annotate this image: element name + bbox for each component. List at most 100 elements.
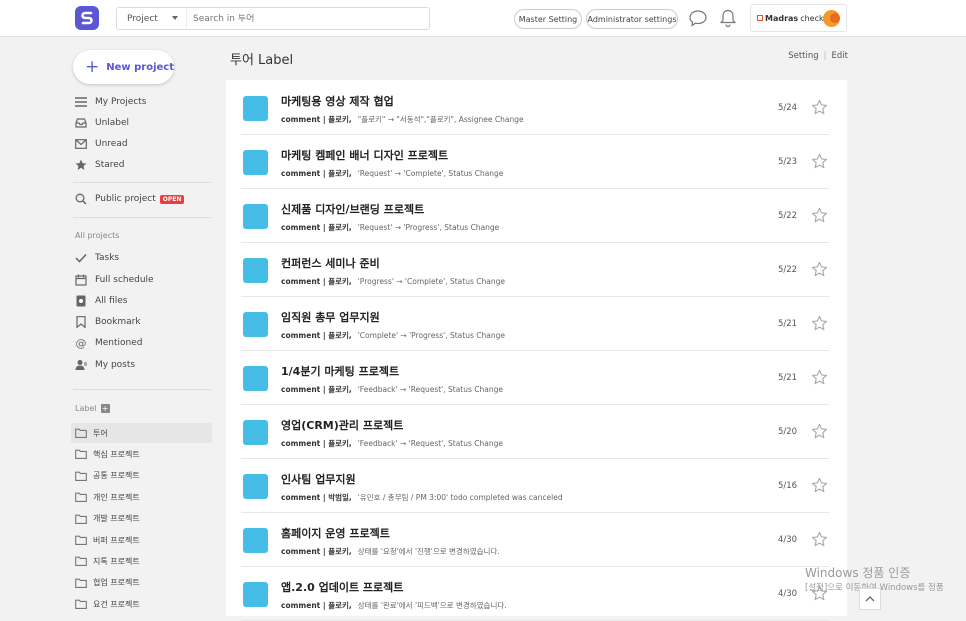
- sidebar-label-item[interactable]: 투어: [71, 423, 212, 443]
- sidebar-item-mentioned[interactable]: @ Mentioned: [75, 334, 143, 352]
- sidebar-item-tasks[interactable]: Tasks: [75, 249, 119, 267]
- project-title[interactable]: 홈페이지 운영 프로젝트: [281, 525, 390, 541]
- sidebar-item-public-project[interactable]: Public project OPEN: [75, 190, 185, 208]
- project-date: 4/30: [778, 589, 798, 599]
- separator: |: [823, 51, 827, 61]
- chat-icon[interactable]: [688, 8, 708, 28]
- project-activity: comment | 플로키, 'Feedback' → 'Request', St…: [281, 438, 503, 449]
- sidebar-label-item[interactable]: 협업 프로젝트: [71, 573, 212, 593]
- sidebar-label-text: 버퍼 프로젝트: [93, 535, 140, 545]
- edit-link[interactable]: Edit: [832, 51, 848, 61]
- star-icon[interactable]: [811, 531, 828, 548]
- project-row[interactable]: 홈페이지 운영 프로젝트 comment | 플로키, 상태를 '요청'에서 '진행…: [241, 513, 829, 567]
- project-title[interactable]: 영업(CRM)관리 프로젝트: [281, 417, 403, 433]
- bell-icon[interactable]: [718, 8, 738, 28]
- project-title[interactable]: 마케팅용 영상 제작 협업: [281, 93, 394, 109]
- project-date: 5/23: [778, 157, 798, 167]
- brand-logo-icon: [757, 15, 763, 21]
- project-title[interactable]: 1/4분기 마케팅 프로젝트: [281, 363, 399, 379]
- page-title: 투어 Label: [230, 53, 294, 68]
- sidebar-label-item[interactable]: 공통 프로젝트: [71, 466, 212, 486]
- search-box: Project: [116, 7, 430, 30]
- setting-link[interactable]: Setting: [788, 51, 818, 61]
- star-icon[interactable]: [811, 369, 828, 386]
- sidebar-item-my-projects[interactable]: My Projects: [75, 93, 146, 111]
- plus-icon: +: [85, 56, 100, 77]
- sidebar-label-item[interactable]: 지톡 프로젝트: [71, 551, 212, 571]
- sidebar-label-item[interactable]: 버퍼 프로젝트: [71, 530, 212, 550]
- sidebar-item-unread[interactable]: Unread: [75, 135, 128, 153]
- star-icon[interactable]: [811, 315, 828, 332]
- star-icon[interactable]: [811, 99, 828, 116]
- scroll-top-button[interactable]: [859, 588, 881, 610]
- sidebar-label-item[interactable]: 핵심 프로젝트: [71, 444, 212, 464]
- project-title[interactable]: 마케팅 켐페인 배너 디자인 프로젝트: [281, 147, 448, 163]
- menu-lines-icon: [75, 96, 87, 108]
- folder-icon: [75, 428, 87, 438]
- sidebar-item-bookmark[interactable]: Bookmark: [75, 313, 141, 331]
- sidebar-item-full-schedule[interactable]: Full schedule: [75, 271, 154, 289]
- brand-suffix: check: [800, 13, 824, 23]
- divider: [73, 182, 211, 183]
- envelope-icon: [75, 138, 87, 150]
- project-row[interactable]: 앱.2.0 업데이트 프로젝트 comment | 플로키, 상태를 '완료'에서 …: [241, 567, 829, 621]
- project-row[interactable]: 영업(CRM)관리 프로젝트 comment | 플로키, 'Feedback' →…: [241, 405, 829, 459]
- project-date: 5/16: [778, 481, 798, 491]
- chevron-up-icon: [865, 596, 875, 602]
- sidebar-item-all-files[interactable]: All files: [75, 292, 127, 310]
- activity-author: comment | 플로키,: [281, 547, 352, 556]
- sidebar-label-item[interactable]: 요건 프로젝트: [71, 594, 212, 614]
- activity-detail: 상태를 '요청'에서 '진행'으로 변경하였습니다.: [357, 547, 500, 556]
- star-icon[interactable]: [811, 423, 828, 440]
- new-project-button[interactable]: + New project: [73, 50, 174, 84]
- project-row[interactable]: 임직원 총무 업무지원 comment | 플로키, 'Complete' → 'P…: [241, 297, 829, 351]
- project-row[interactable]: 마케팅용 영상 제작 협업 comment | 플로키, "플로키" → "서동석"…: [241, 81, 829, 135]
- project-row[interactable]: 컨퍼런스 세미나 준비 comment | 플로키, 'Progress' → 'C…: [241, 243, 829, 297]
- star-icon[interactable]: [811, 207, 828, 224]
- sidebar-label-item[interactable]: 개발 프로젝트: [71, 509, 212, 529]
- check-icon: [75, 252, 87, 264]
- sidebar-item-my-posts[interactable]: My posts: [75, 356, 135, 374]
- app-logo-icon[interactable]: [75, 6, 99, 30]
- brand-badge[interactable]: Madras check: [750, 4, 847, 32]
- sidebar-label-item[interactable]: 개인 프로젝트: [71, 487, 212, 507]
- star-filled-icon: [75, 159, 87, 171]
- label-heading: Label +: [75, 404, 110, 413]
- star-icon[interactable]: [811, 153, 828, 170]
- admin-settings-button[interactable]: Administrator settings: [586, 9, 678, 29]
- activity-author: comment | 플로키,: [281, 385, 352, 394]
- add-label-icon[interactable]: +: [100, 404, 110, 413]
- star-icon[interactable]: [811, 477, 828, 494]
- calendar-icon: [75, 274, 87, 286]
- sidebar-item-stared[interactable]: Stared: [75, 156, 125, 174]
- sidebar-item-label: My posts: [95, 360, 136, 370]
- project-row[interactable]: 마케팅 켐페인 배너 디자인 프로젝트 comment | 플로키, 'Reques…: [241, 135, 829, 189]
- project-title[interactable]: 임직원 총무 업무지원: [281, 309, 380, 325]
- project-color-icon: [243, 366, 268, 391]
- sidebar-label-text: 협업 프로젝트: [93, 578, 140, 588]
- project-activity: comment | 플로키, 상태를 '요청'에서 '진행'으로 변경하였습니다.: [281, 546, 500, 557]
- activity-author: comment | 플로키,: [281, 601, 352, 610]
- project-title[interactable]: 컨퍼런스 세미나 준비: [281, 255, 380, 271]
- sidebar-item-unlabel[interactable]: Unlabel: [75, 114, 129, 132]
- project-row[interactable]: 신제품 디자인/브랜딩 프로젝트 comment | 플로키, 'Request' …: [241, 189, 829, 243]
- avatar[interactable]: [823, 10, 840, 27]
- project-title[interactable]: 인사팀 업무지원: [281, 471, 356, 487]
- watermark-line-1: Windows 정품 인증: [805, 566, 911, 580]
- sidebar-item-label: My Projects: [95, 97, 147, 107]
- sidebar-item-label: Full schedule: [95, 275, 154, 285]
- sidebar-label-text: 투어: [93, 428, 108, 438]
- project-date: 5/22: [778, 265, 798, 275]
- project-row[interactable]: 인사팀 업무지원 comment | 박범일, '유민호 / 총무팀 / PM 3:…: [241, 459, 829, 513]
- project-title[interactable]: 신제품 디자인/브랜딩 프로젝트: [281, 201, 424, 217]
- search-scope-select[interactable]: Project: [117, 8, 187, 29]
- activity-author: comment | 플로키,: [281, 331, 352, 340]
- project-title[interactable]: 앱.2.0 업데이트 프로젝트: [281, 579, 403, 595]
- project-activity: comment | 플로키, "플로키" → "서동석","플로키", Assig…: [281, 114, 524, 125]
- folder-icon: [75, 599, 87, 610]
- master-setting-button[interactable]: Master Setting: [514, 9, 582, 29]
- top-bar: Project Master Setting Administrator set…: [0, 0, 966, 37]
- star-icon[interactable]: [811, 261, 828, 278]
- search-input[interactable]: [187, 13, 417, 24]
- project-row[interactable]: 1/4분기 마케팅 프로젝트 comment | 플로키, 'Feedback' →…: [241, 351, 829, 405]
